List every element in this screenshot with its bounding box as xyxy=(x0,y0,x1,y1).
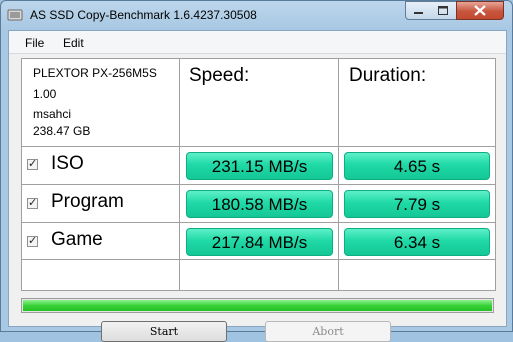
game-duration-value: 6.34 s xyxy=(344,228,490,256)
duration-header: Duration: xyxy=(349,65,427,86)
divider xyxy=(22,184,495,185)
device-capacity: 238.47 GB xyxy=(33,124,91,138)
menu-bar: File Edit xyxy=(9,31,506,54)
row-label-iso: ISO xyxy=(51,153,84,174)
maximize-icon xyxy=(438,6,448,15)
progress-fill xyxy=(23,300,492,311)
game-checkbox[interactable]: ✓ xyxy=(27,234,38,247)
menu-file[interactable]: File xyxy=(25,36,44,50)
checkmark-icon: ✓ xyxy=(28,196,38,209)
program-speed-value: 180.58 MB/s xyxy=(186,190,333,218)
divider xyxy=(22,146,495,147)
menu-edit[interactable]: Edit xyxy=(63,36,84,50)
device-firmware: 1.00 xyxy=(33,87,57,101)
row-label-program: Program xyxy=(51,191,124,212)
results-panel: PLEXTOR PX-256M5S 1.00 msahci 238.47 GB … xyxy=(21,58,496,291)
speed-header: Speed: xyxy=(189,65,250,86)
progress-bar xyxy=(21,298,494,313)
program-checkbox[interactable]: ✓ xyxy=(27,196,38,209)
row-label-game: Game xyxy=(51,229,103,250)
app-icon xyxy=(7,9,23,21)
window-title: AS SSD Copy-Benchmark 1.6.4237.30508 xyxy=(30,8,257,22)
iso-checkbox[interactable]: ✓ xyxy=(27,157,38,170)
close-icon xyxy=(474,5,486,16)
iso-speed-value: 231.15 MB/s xyxy=(186,152,333,180)
title-bar[interactable]: AS SSD Copy-Benchmark 1.6.4237.30508 xyxy=(1,1,512,29)
device-model: PLEXTOR PX-256M5S xyxy=(33,66,157,80)
checkmark-icon: ✓ xyxy=(28,157,38,170)
client-area: File Edit PLEXTOR PX-256M5S 1.00 msahci … xyxy=(8,30,507,342)
game-speed-value: 217.84 MB/s xyxy=(186,228,333,256)
program-duration-value: 7.79 s xyxy=(344,190,490,218)
maximize-button[interactable] xyxy=(431,1,457,20)
close-button[interactable] xyxy=(456,1,504,20)
minimize-icon xyxy=(414,12,423,14)
divider xyxy=(338,59,339,290)
device-driver: msahci xyxy=(33,107,72,121)
divider xyxy=(179,59,180,290)
iso-duration-value: 4.65 s xyxy=(344,152,490,180)
app-window: AS SSD Copy-Benchmark 1.6.4237.30508 Fil… xyxy=(0,0,513,342)
divider xyxy=(22,259,495,260)
checkmark-icon: ✓ xyxy=(28,234,38,247)
minimize-button[interactable] xyxy=(405,1,432,20)
divider xyxy=(22,222,495,223)
